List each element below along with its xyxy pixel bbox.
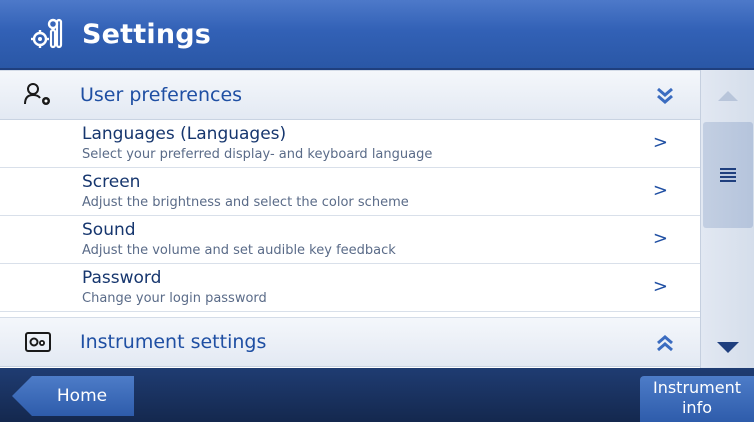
settings-screen: Settings User preferences Languages (Lan… xyxy=(0,0,754,422)
double-chevron-up-icon[interactable] xyxy=(654,332,676,354)
section-label: User preferences xyxy=(80,84,243,106)
header-bar: Settings xyxy=(0,0,754,70)
item-description: Change your login password xyxy=(82,291,267,306)
page-title: Settings xyxy=(82,18,212,50)
scroll-thumb[interactable] xyxy=(703,122,753,228)
scrollbar[interactable] xyxy=(700,70,754,368)
chevron-right-icon: > xyxy=(652,228,668,249)
list-item-password[interactable]: Password Change your login password > xyxy=(0,264,700,312)
section-label: Instrument settings xyxy=(80,331,267,353)
scroll-up-icon[interactable] xyxy=(701,70,754,120)
settings-tools-icon xyxy=(24,10,72,58)
item-description: Adjust the volume and set audible key fe… xyxy=(82,243,396,258)
item-description: Select your preferred display- and keybo… xyxy=(82,147,433,162)
list-lines-icon xyxy=(720,168,736,182)
instrument-info-label-line1: Instrument xyxy=(652,378,742,397)
section-user-preferences[interactable]: User preferences xyxy=(0,70,700,120)
item-description: Adjust the brightness and select the col… xyxy=(82,195,409,210)
item-title: Screen xyxy=(82,172,141,192)
list-item-screen[interactable]: Screen Adjust the brightness and select … xyxy=(0,168,700,216)
item-title: Password xyxy=(82,268,162,288)
footer-bar: Home Instrument info xyxy=(0,368,754,422)
section-instrument-settings[interactable]: Instrument settings xyxy=(0,317,700,367)
home-button[interactable]: Home xyxy=(12,376,134,416)
chevron-right-icon: > xyxy=(652,276,668,297)
chevron-right-icon: > xyxy=(652,132,668,153)
settings-list: User preferences Languages (Languages) S… xyxy=(0,70,700,368)
instrument-settings-icon xyxy=(18,325,58,359)
list-item-sound[interactable]: Sound Adjust the volume and set audible … xyxy=(0,216,700,264)
list-item-languages[interactable]: Languages (Languages) Select your prefer… xyxy=(0,120,700,168)
instrument-info-label-line2: info xyxy=(681,398,712,417)
chevron-right-icon: > xyxy=(652,180,668,201)
user-settings-icon xyxy=(18,78,58,112)
item-title: Languages (Languages) xyxy=(82,124,287,144)
instrument-info-button[interactable]: Instrument info xyxy=(640,376,754,422)
item-title: Sound xyxy=(82,220,136,240)
scroll-down-icon[interactable] xyxy=(701,328,754,368)
double-chevron-down-icon[interactable] xyxy=(654,85,676,107)
